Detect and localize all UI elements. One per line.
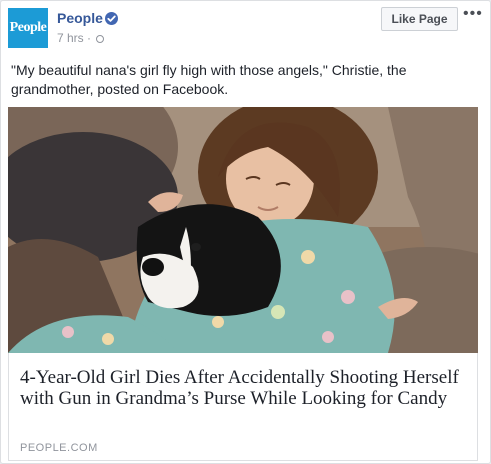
post-caption: "My beautiful nana's girl fly high with …	[11, 62, 407, 97]
meta-separator: ·	[87, 31, 92, 45]
link-preview[interactable]: 4-Year-Old Girl Dies After Accidentally …	[8, 353, 478, 461]
globe-icon	[96, 34, 105, 43]
page-logo-text: People	[9, 20, 47, 35]
more-options-icon[interactable]: •••	[463, 5, 483, 23]
page-name-link[interactable]: People	[57, 10, 103, 26]
link-domain: PEOPLE.COM	[20, 442, 98, 454]
post-meta: 7 hrs ·	[57, 31, 105, 45]
link-headline[interactable]: 4-Year-Old Girl Dies After Accidentally …	[20, 367, 475, 409]
page-logo[interactable]: People	[8, 8, 48, 48]
verified-badge-icon	[105, 12, 118, 25]
post-card: People People 7 hrs · Like Page ••• "My …	[0, 0, 491, 464]
like-page-button[interactable]: Like Page	[381, 7, 458, 31]
post-photo[interactable]	[8, 107, 478, 353]
timestamp-link[interactable]: 7 hrs	[57, 31, 84, 45]
